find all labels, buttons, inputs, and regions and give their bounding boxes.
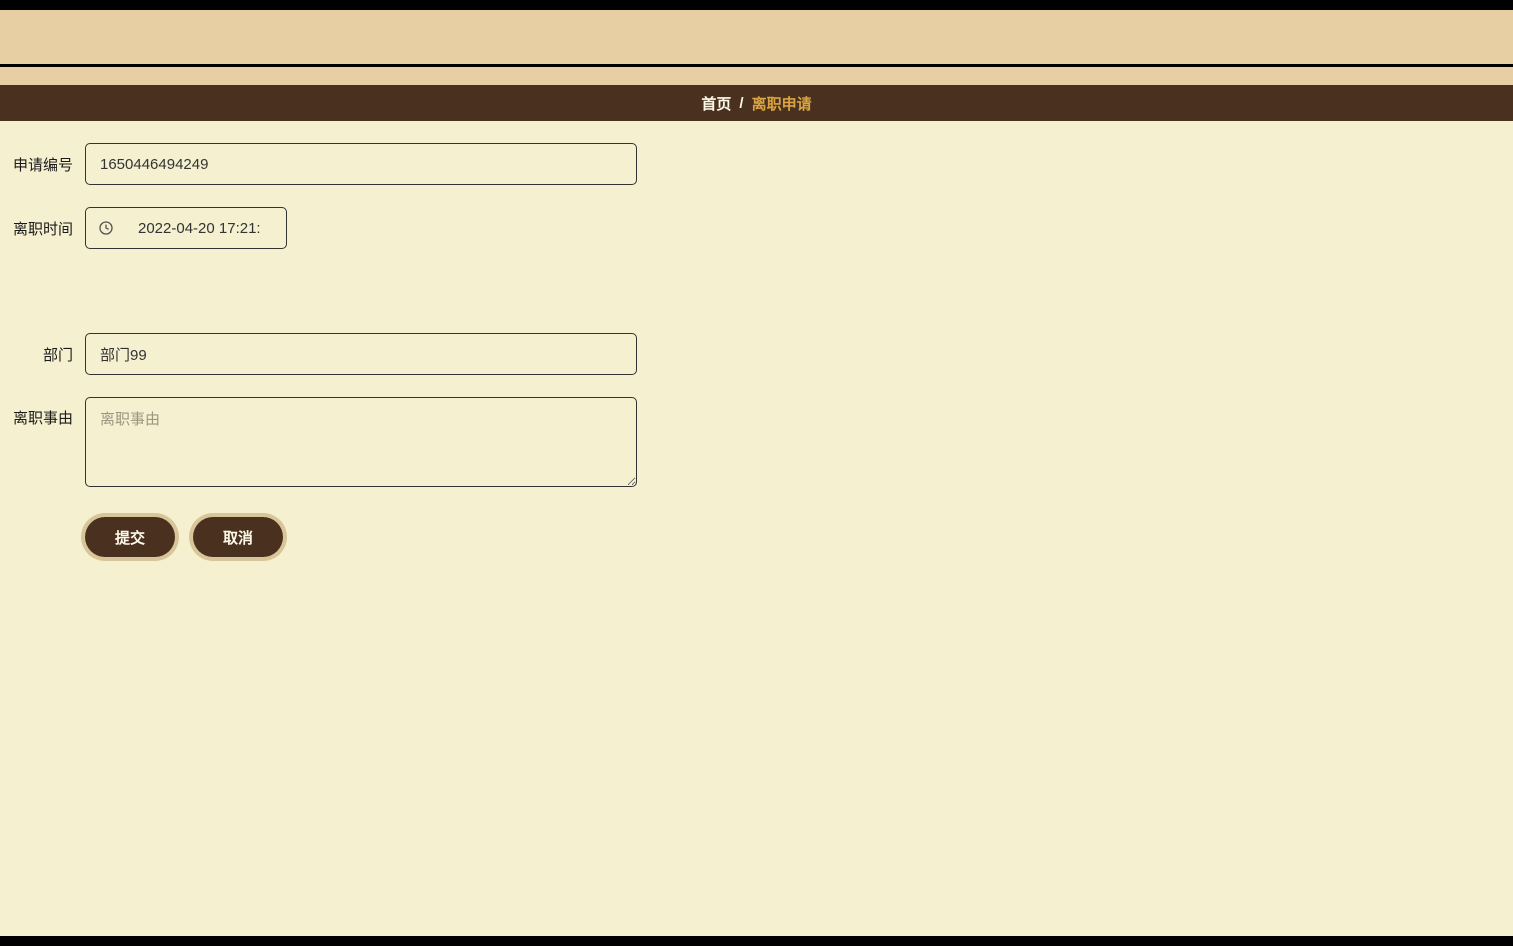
breadcrumb-separator: /: [739, 95, 743, 112]
breadcrumb-current: 离职申请: [752, 93, 812, 114]
row-employee-account: 员工账号: [737, 207, 1513, 249]
datetime-picker[interactable]: [85, 207, 287, 249]
label-department: 部门: [0, 344, 85, 365]
sub-header-band: [0, 67, 1513, 85]
input-application-id[interactable]: [85, 143, 637, 185]
label-resignation-time: 离职时间: [0, 218, 85, 239]
row-resignation-title: 离职标题: [737, 143, 1513, 185]
row-resignation-reason: 离职事由: [0, 397, 637, 487]
form-right-column: 离职标题 员工账号 员工姓名: [737, 143, 1513, 557]
input-department[interactable]: [85, 333, 637, 375]
input-resignation-time[interactable]: [124, 208, 274, 248]
breadcrumb-home-link[interactable]: 首页: [701, 93, 731, 114]
label-employee-name: 员工姓名: [737, 282, 1513, 303]
label-resignation-reason: 离职事由: [0, 397, 85, 428]
row-department: 部门: [0, 333, 637, 375]
textarea-resignation-reason[interactable]: [85, 397, 637, 487]
label-application-id: 申请编号: [0, 154, 85, 175]
form-left-column: 申请编号 离职时间 部门 离职事由 提交 取消: [0, 143, 637, 557]
form-content: 申请编号 离职时间 部门 离职事由 提交 取消: [0, 121, 1513, 557]
top-black-bar: [0, 0, 1513, 10]
row-resignation-time: 离职时间: [0, 207, 637, 249]
submit-button[interactable]: 提交: [85, 517, 175, 557]
label-resignation-title: 离职标题: [737, 154, 1513, 175]
label-employee-account: 员工账号: [737, 218, 1513, 239]
row-application-id: 申请编号: [0, 143, 637, 185]
header-band: [0, 10, 1513, 64]
breadcrumb: 首页 / 离职申请: [0, 85, 1513, 121]
cancel-button[interactable]: 取消: [193, 517, 283, 557]
button-row: 提交 取消: [0, 517, 637, 557]
bottom-black-bar: [0, 936, 1513, 946]
row-employee-name: 员工姓名: [737, 271, 1513, 313]
clock-icon: [98, 220, 114, 236]
spacer: [0, 271, 637, 333]
